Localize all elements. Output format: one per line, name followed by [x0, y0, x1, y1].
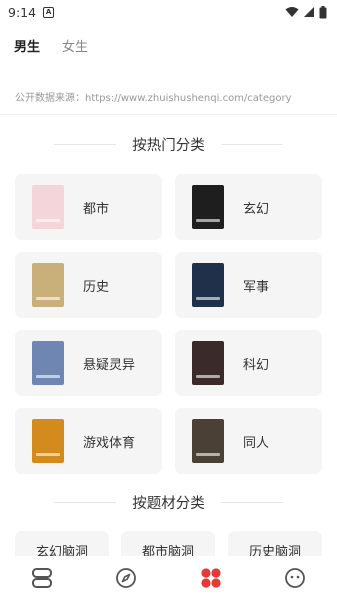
gender-tabs: 男生 女生	[14, 36, 88, 55]
status-icons	[285, 5, 327, 19]
bottom-nav	[0, 556, 337, 600]
category-card-xuanhuan[interactable]: 玄幻	[175, 174, 322, 240]
book-cover-image	[192, 419, 224, 463]
book-cover-image	[32, 419, 64, 463]
divider-line	[54, 144, 117, 145]
hot-section-title: 按热门分类	[132, 138, 205, 154]
notification-icon: A	[43, 6, 55, 18]
theme-section-header: 按题材分类	[0, 492, 337, 513]
category-label: 悬疑灵异	[83, 357, 136, 373]
category-card-dushi[interactable]: 都市	[15, 174, 162, 240]
category-label: 历史	[83, 279, 110, 295]
category-label: 都市	[83, 201, 110, 217]
book-cover-image	[32, 185, 64, 229]
wifi-icon	[285, 7, 299, 17]
battery-icon	[319, 5, 327, 18]
category-card-lishi[interactable]: 历史	[15, 252, 162, 318]
nav-category[interactable]	[191, 558, 231, 598]
theme-chip[interactable]: 玄幻脑洞	[15, 531, 109, 557]
divider-line	[54, 502, 117, 503]
compass-icon	[116, 568, 137, 588]
book-cover-image	[192, 341, 224, 385]
hot-section-header: 按热门分类	[0, 134, 337, 155]
category-label: 军事	[243, 279, 270, 295]
theme-chip-row: 玄幻脑洞 都市脑洞 历史脑洞	[0, 531, 337, 557]
category-label: 同人	[243, 435, 270, 451]
category-label: 科幻	[243, 357, 270, 373]
category-card-tongren[interactable]: 同人	[175, 408, 322, 474]
category-card-youxi[interactable]: 游戏体育	[15, 408, 162, 474]
profile-icon	[284, 568, 305, 588]
bookshelf-icon	[32, 568, 53, 588]
book-cover-image	[32, 341, 64, 385]
divider	[0, 114, 337, 115]
divider-line	[220, 144, 283, 145]
category-label: 玄幻	[243, 201, 270, 217]
tab-male[interactable]: 男生	[14, 36, 40, 55]
theme-chip[interactable]: 历史脑洞	[228, 531, 322, 557]
category-card-xuanyi[interactable]: 悬疑灵异	[15, 330, 162, 396]
divider-line	[220, 502, 283, 503]
signal-icon	[304, 7, 314, 17]
category-card-junshi[interactable]: 军事	[175, 252, 322, 318]
book-cover-image	[32, 263, 64, 307]
category-card-kehuan[interactable]: 科幻	[175, 330, 322, 396]
book-cover-image	[192, 263, 224, 307]
category-label: 游戏体育	[83, 435, 136, 451]
theme-section-title: 按题材分类	[132, 496, 205, 512]
book-cover-image	[192, 185, 224, 229]
nav-profile[interactable]	[275, 558, 315, 598]
status-time: 9:14	[8, 4, 37, 20]
category-icon	[201, 568, 221, 588]
data-source-notice: 公开数据来源：https://www.zhuishushenqi.com/cat…	[15, 93, 292, 104]
theme-chip[interactable]: 都市脑洞	[121, 531, 215, 557]
nav-bookshelf[interactable]	[22, 558, 62, 598]
status-bar: 9:14 A	[0, 0, 337, 24]
tab-female[interactable]: 女生	[62, 36, 88, 55]
nav-discover[interactable]	[106, 558, 146, 598]
